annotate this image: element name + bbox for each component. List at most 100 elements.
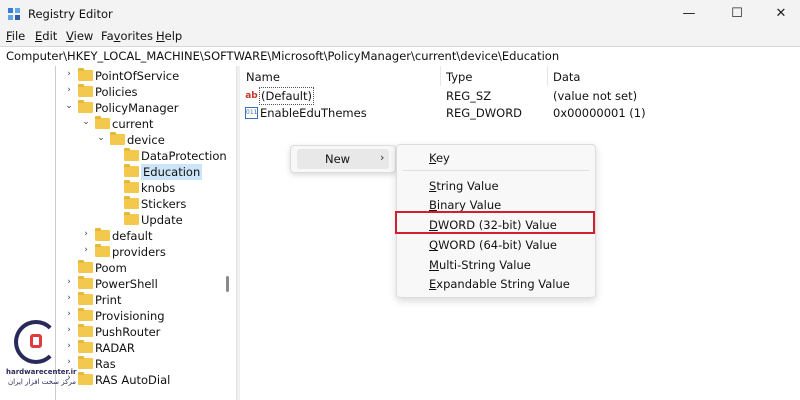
column-header-data[interactable]: Data bbox=[553, 70, 580, 84]
chevron-right-icon[interactable]: › bbox=[64, 309, 74, 319]
menu-file[interactable]: File bbox=[6, 29, 25, 43]
title-bar: Registry Editor — ☐ ✕ bbox=[0, 0, 800, 28]
folder-icon bbox=[110, 132, 125, 145]
context-menu-new-label: New bbox=[325, 152, 351, 166]
string-value-icon: ab bbox=[245, 91, 258, 101]
tree-item-label: Update bbox=[141, 213, 183, 227]
tree-item[interactable]: Update bbox=[0, 212, 230, 228]
value-row-enableeduthemes[interactable]: 011 EnableEduThemes REG_DWORD 0x00000001… bbox=[240, 105, 800, 121]
folder-icon bbox=[124, 148, 139, 161]
tree-item-label: DataProtection bbox=[141, 149, 227, 163]
value-type: REG_DWORD bbox=[446, 106, 523, 120]
tree-item-label: Ras bbox=[95, 357, 116, 371]
tree-item-label: knobs bbox=[141, 181, 176, 195]
folder-icon bbox=[78, 340, 93, 353]
menu-view[interactable]: View bbox=[66, 29, 93, 43]
tree-item[interactable]: knobs bbox=[0, 180, 230, 196]
folder-icon bbox=[124, 196, 139, 209]
tree-item[interactable]: Education bbox=[0, 164, 230, 180]
column-divider[interactable] bbox=[440, 66, 441, 86]
column-divider[interactable] bbox=[547, 66, 548, 86]
maximize-button[interactable]: ☐ bbox=[726, 4, 748, 24]
folder-icon bbox=[124, 164, 139, 177]
value-row-default[interactable]: ab (Default) REG_SZ (value not set) bbox=[240, 87, 800, 105]
tree-item[interactable]: ⌄ current bbox=[0, 116, 230, 132]
chevron-down-icon[interactable]: ⌄ bbox=[96, 133, 106, 143]
value-type: REG_SZ bbox=[446, 89, 492, 103]
chevron-right-icon[interactable]: › bbox=[64, 85, 74, 95]
folder-icon bbox=[78, 356, 93, 369]
tree-item-label: PolicyManager bbox=[95, 101, 179, 115]
tree-item[interactable]: Stickers bbox=[0, 196, 230, 212]
tree-item-label: device bbox=[127, 133, 165, 147]
chevron-right-icon[interactable]: › bbox=[64, 293, 74, 303]
tree-item-label: Poom bbox=[95, 261, 127, 275]
tree-item[interactable]: ⌄ device bbox=[0, 132, 230, 148]
watermark: hardwarecenter.ir مرکز سخت افزار ایران bbox=[6, 320, 77, 396]
folder-icon bbox=[78, 68, 93, 81]
tree-item-label: Stickers bbox=[141, 197, 187, 211]
submenu-multi-string-value[interactable]: Multi-String Value bbox=[429, 258, 531, 272]
folder-icon bbox=[78, 260, 93, 273]
chevron-right-icon[interactable]: › bbox=[81, 245, 91, 255]
minimize-button[interactable]: — bbox=[678, 4, 700, 24]
tree-item[interactable]: › Policies bbox=[0, 84, 230, 100]
context-menu-new[interactable]: New › bbox=[297, 149, 389, 169]
close-button[interactable]: ✕ bbox=[770, 4, 792, 24]
value-data: (value not set) bbox=[553, 89, 638, 103]
submenu-string-value[interactable]: String Value bbox=[429, 179, 499, 193]
chevron-right-icon[interactable]: › bbox=[64, 277, 74, 287]
chevron-right-icon: › bbox=[380, 151, 385, 164]
folder-icon bbox=[78, 100, 93, 113]
tree-item-label: RADAR bbox=[95, 341, 135, 355]
menu-bar: File Edit View Favorites Help bbox=[0, 28, 800, 46]
tree-item-label: PowerShell bbox=[95, 277, 158, 291]
value-data: 0x00000001 (1) bbox=[553, 106, 646, 120]
tree-item-label: PointOfService bbox=[95, 69, 180, 83]
tree-item-label: RAS AutoDial bbox=[95, 373, 171, 387]
tree-item-label: current bbox=[112, 117, 154, 131]
folder-icon bbox=[78, 372, 93, 385]
tree-item[interactable]: › default bbox=[0, 228, 230, 244]
menu-favorites[interactable]: Favorites bbox=[101, 29, 153, 43]
tree-item[interactable]: › PointOfService bbox=[0, 68, 230, 84]
chevron-down-icon[interactable]: ⌄ bbox=[64, 101, 74, 111]
folder-icon bbox=[124, 180, 139, 193]
tree-item[interactable]: › providers bbox=[0, 244, 230, 260]
tree-item-label: PushRouter bbox=[95, 325, 161, 339]
folder-icon bbox=[78, 308, 93, 321]
submenu-separator bbox=[403, 170, 589, 171]
folder-icon bbox=[78, 292, 93, 305]
chevron-right-icon[interactable]: › bbox=[81, 229, 91, 239]
submenu-binary-value[interactable]: Binary Value bbox=[429, 198, 501, 212]
folder-icon bbox=[124, 212, 139, 225]
submenu-qword-64-value[interactable]: QWORD (64-bit) Value bbox=[429, 238, 557, 252]
menu-edit[interactable]: Edit bbox=[35, 29, 57, 43]
submenu-key[interactable]: Key bbox=[429, 151, 450, 165]
tree-item[interactable]: ⌄ PolicyManager bbox=[0, 100, 230, 116]
column-header-type[interactable]: Type bbox=[446, 70, 472, 84]
tree-item-label: providers bbox=[112, 245, 166, 259]
dword-value-icon: 011 bbox=[245, 107, 258, 119]
tree-item-label: default bbox=[112, 229, 153, 243]
tree-item[interactable]: Poom bbox=[0, 260, 230, 276]
folder-icon bbox=[95, 228, 110, 241]
tree-item[interactable]: › Print bbox=[0, 292, 230, 308]
tree-item[interactable]: › PowerShell bbox=[0, 276, 230, 292]
folder-icon bbox=[78, 324, 93, 337]
submenu-expandable-string-value[interactable]: Expandable String Value bbox=[429, 277, 570, 291]
menu-help[interactable]: Help bbox=[156, 29, 182, 43]
tree-item[interactable]: DataProtection bbox=[0, 148, 230, 164]
folder-icon bbox=[78, 84, 93, 97]
chevron-right-icon[interactable]: › bbox=[64, 69, 74, 79]
window-title: Registry Editor bbox=[28, 7, 113, 21]
column-header-name[interactable]: Name bbox=[246, 70, 280, 84]
tree-item-label: Policies bbox=[95, 85, 138, 99]
value-name: EnableEduThemes bbox=[260, 106, 367, 120]
address-path[interactable]: Computer\HKEY_LOCAL_MACHINE\SOFTWARE\Mic… bbox=[6, 49, 559, 63]
chevron-down-icon[interactable]: ⌄ bbox=[81, 117, 91, 127]
folder-icon bbox=[78, 276, 93, 289]
tree-scrollbar-thumb[interactable] bbox=[226, 276, 229, 292]
hardwarecenter-logo-icon bbox=[14, 320, 58, 364]
address-bar[interactable]: Computer\HKEY_LOCAL_MACHINE\SOFTWARE\Mic… bbox=[0, 46, 800, 67]
